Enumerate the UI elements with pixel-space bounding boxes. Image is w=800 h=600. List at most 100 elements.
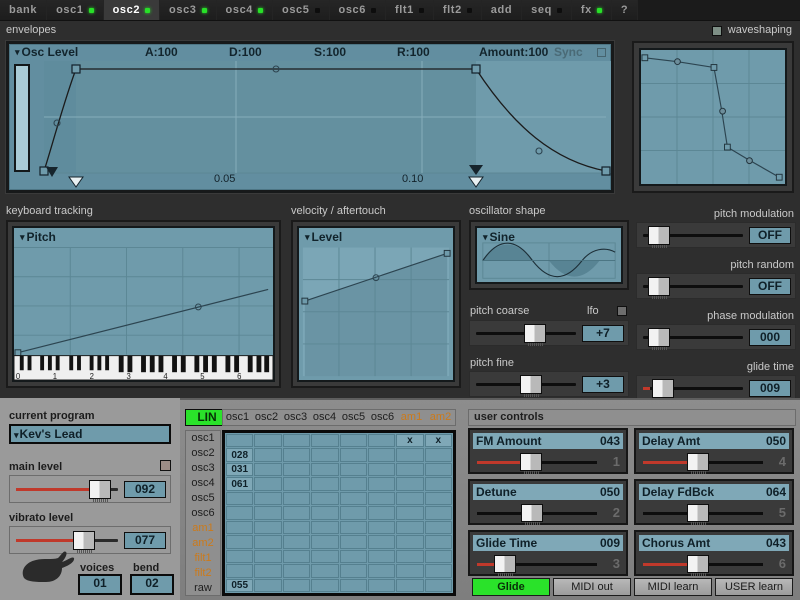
matrix-cell[interactable] (340, 521, 367, 534)
matrix-col-osc1[interactable]: osc1 (223, 410, 252, 425)
user-control-fm-amount[interactable]: FM Amount0431 (468, 428, 628, 474)
keyboard-tracking-panel[interactable]: Pitch (6, 220, 281, 388)
matrix-row-osc6[interactable]: osc6 (186, 506, 220, 521)
matrix-col-osc5[interactable]: osc5 (339, 410, 368, 425)
envelope-sustain-value[interactable]: S:100 (314, 45, 346, 59)
matrix-row-am2[interactable]: am2 (186, 535, 220, 550)
matrix-cell[interactable] (425, 564, 452, 577)
modulation-track-3[interactable] (643, 387, 743, 390)
pitch-coarse-slider-row[interactable]: +7 (469, 320, 629, 346)
envelope-panel[interactable]: Osc Level A:100 D:100 S:100 R:100 Amount… (6, 41, 614, 193)
matrix-cell[interactable] (340, 492, 367, 505)
user-control-slider[interactable]: 3 (473, 554, 623, 574)
bend-field[interactable]: 02 (130, 574, 174, 595)
matrix-cell[interactable] (254, 463, 281, 476)
tab-[interactable]: ? (612, 0, 638, 20)
matrix-cell[interactable] (396, 477, 423, 490)
matrix-row-filt1[interactable]: filt1 (186, 550, 220, 565)
tab-osc4[interactable]: osc4 (217, 0, 273, 20)
matrix-cell[interactable] (340, 506, 367, 519)
user-control-knob[interactable] (687, 504, 709, 522)
user-control-slider[interactable]: 2 (473, 503, 623, 523)
matrix-cell[interactable] (340, 434, 367, 447)
user-control-slider[interactable]: 1 (473, 452, 623, 472)
envelope-decay-value[interactable]: D:100 (229, 45, 262, 59)
matrix-cell[interactable] (340, 579, 367, 592)
button-midi-out[interactable]: MIDI out (553, 578, 631, 596)
tab-osc3[interactable]: osc3 (160, 0, 216, 20)
vibrato-level-knob[interactable] (73, 531, 95, 550)
pitch-fine-slider-row[interactable]: +3 (469, 371, 629, 397)
envelope-curve-title[interactable]: Osc Level (15, 45, 78, 59)
matrix-row-filt2[interactable]: filt2 (186, 565, 220, 580)
current-program-name[interactable]: Kev's Lead (11, 426, 169, 442)
matrix-cell[interactable] (396, 579, 423, 592)
matrix-grid[interactable]: xx028031061055 (222, 430, 456, 596)
vibrato-level-track[interactable] (16, 539, 118, 542)
button-user-learn[interactable]: USER learn (715, 578, 793, 596)
matrix-cell[interactable] (254, 448, 281, 461)
matrix-cell[interactable] (340, 535, 367, 548)
pitch-fine-track[interactable] (476, 383, 576, 386)
matrix-cell[interactable] (396, 463, 423, 476)
tab-flt1[interactable]: flt1 (386, 0, 434, 20)
matrix-cell[interactable] (425, 579, 452, 592)
envelope-attack-value[interactable]: A:100 (145, 45, 178, 59)
envelope-graph[interactable]: 0.05 0.10 (14, 61, 611, 191)
matrix-cell[interactable] (226, 564, 253, 577)
user-control-slider[interactable]: 4 (639, 452, 789, 472)
envelope-sync-checkbox[interactable] (597, 48, 606, 57)
matrix-col-osc3[interactable]: osc3 (281, 410, 310, 425)
matrix-cell[interactable] (226, 506, 253, 519)
matrix-cell[interactable] (340, 448, 367, 461)
matrix-cell[interactable] (368, 564, 395, 577)
matrix-cell[interactable] (396, 492, 423, 505)
matrix-cell[interactable] (368, 506, 395, 519)
modulation-knob-2[interactable] (648, 328, 670, 347)
matrix-cell[interactable] (368, 550, 395, 563)
button-midi-learn[interactable]: MIDI learn (634, 578, 712, 596)
envelope-release-value[interactable]: R:100 (397, 45, 430, 59)
pitch-coarse-track[interactable] (476, 332, 576, 335)
tab-add[interactable]: add (482, 0, 522, 20)
matrix-cell[interactable] (254, 506, 281, 519)
oscillator-shape-name[interactable]: Sine (483, 230, 515, 244)
matrix-cell[interactable] (368, 448, 395, 461)
matrix-row-osc1[interactable]: osc1 (186, 431, 220, 446)
main-level-track[interactable] (16, 488, 118, 491)
user-control-delay-amt[interactable]: Delay Amt0504 (634, 428, 794, 474)
matrix-cell[interactable] (368, 492, 395, 505)
matrix-cell[interactable] (396, 535, 423, 548)
tab-bank[interactable]: bank (0, 0, 47, 20)
user-control-knob[interactable] (687, 453, 709, 471)
tab-fx[interactable]: fx (572, 0, 612, 20)
matrix-cell[interactable] (254, 550, 281, 563)
matrix-cell[interactable] (311, 521, 338, 534)
matrix-cell[interactable] (226, 550, 253, 563)
user-control-knob[interactable] (520, 453, 542, 471)
pitch-coarse-knob[interactable] (524, 324, 546, 343)
matrix-cell[interactable] (311, 535, 338, 548)
matrix-cell[interactable] (340, 477, 367, 490)
waveshaping-panel[interactable] (632, 41, 794, 193)
user-control-chorus-amt[interactable]: Chorus Amt0436 (634, 530, 794, 576)
tab-osc1[interactable]: osc1 (47, 0, 103, 20)
matrix-cell[interactable] (226, 434, 253, 447)
matrix-cell[interactable] (311, 550, 338, 563)
main-level-slider-row[interactable]: 092 (9, 475, 171, 503)
voices-field[interactable]: 01 (78, 574, 122, 595)
current-program-field[interactable]: Kev's Lead (9, 424, 171, 444)
user-control-detune[interactable]: Detune0502 (468, 479, 628, 525)
matrix-cell[interactable] (368, 521, 395, 534)
modulation-slider-1[interactable]: OFF (636, 273, 796, 299)
matrix-cell[interactable] (368, 434, 395, 447)
matrix-cell[interactable] (283, 535, 310, 548)
envelope-amount-value[interactable]: Amount:100 (479, 45, 548, 59)
matrix-row-osc2[interactable]: osc2 (186, 446, 220, 461)
matrix-cell[interactable] (396, 550, 423, 563)
velocity-curve-title[interactable]: Level (305, 230, 342, 244)
matrix-cell[interactable] (283, 434, 310, 447)
matrix-row-osc5[interactable]: osc5 (186, 491, 220, 506)
matrix-col-osc4[interactable]: osc4 (310, 410, 339, 425)
matrix-cell[interactable]: 055 (226, 579, 253, 592)
